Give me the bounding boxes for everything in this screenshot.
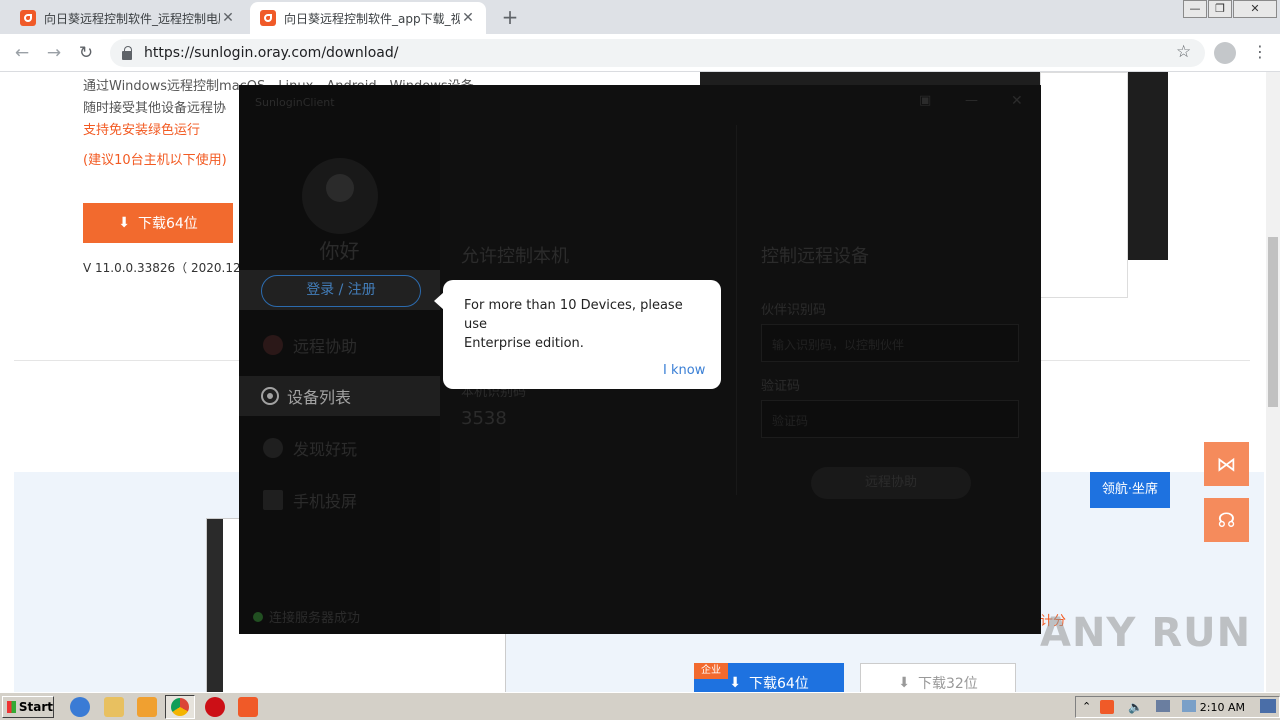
download-icon: ⬇ — [118, 215, 130, 231]
popup-message: For more than 10 Devices, please use Ent… — [464, 298, 683, 351]
show-desktop-icon[interactable] — [1260, 699, 1276, 713]
i-know-button[interactable]: I know — [663, 363, 705, 378]
download-32-button[interactable]: ⬇ 下载32位 — [860, 663, 1016, 692]
feature-line-2: 随时接受其他设备远程协 — [83, 101, 227, 116]
page-scrollbar[interactable] — [1266, 72, 1280, 692]
tray-network-icon[interactable] — [1156, 700, 1170, 712]
ie-icon[interactable] — [70, 697, 90, 717]
chrome-icon — [171, 698, 189, 716]
tray-device-icon[interactable] — [1182, 700, 1196, 712]
close-tab-icon[interactable]: ✕ — [460, 10, 476, 26]
download-64-enterprise-label: 下载64位 — [748, 676, 809, 692]
address-bar[interactable]: https://sunlogin.oray.com/download/ — [110, 39, 1205, 67]
tab-2[interactable]: 向日葵远程控制软件_app下载_视频 ✕ — [250, 2, 486, 34]
tray-volume-icon[interactable]: 🔈 — [1128, 700, 1143, 714]
url-text: https://sunlogin.oray.com/download/ — [144, 45, 399, 61]
start-label: Start — [18, 700, 53, 714]
tab-title: 向日葵远程控制软件_远程控制电脑- — [44, 11, 220, 26]
feature-line-3: 支持免安装绿色运行 — [83, 123, 201, 138]
windows-logo-icon — [7, 701, 16, 713]
download-64-label: 下载64位 — [137, 216, 198, 232]
tray-expand-icon[interactable]: ⌃ — [1082, 700, 1091, 713]
float-share-icon[interactable]: ⋈ — [1204, 442, 1249, 486]
scrollbar-thumb[interactable] — [1268, 237, 1278, 407]
browser-menu-icon[interactable]: ⋮ — [1252, 42, 1268, 61]
download-64-button[interactable]: ⬇ 下载64位 — [83, 203, 233, 243]
new-tab-button[interactable]: + — [498, 5, 522, 29]
version-text: V 11.0.0.33826（ 2020.12 ) — [83, 261, 250, 275]
anyrun-watermark: ANY RUN — [1040, 610, 1252, 656]
system-tray: ⌃ 🔈 2:10 AM — [1075, 696, 1280, 718]
profile-avatar-icon[interactable] — [1214, 42, 1236, 64]
minimize-button[interactable]: — — [1183, 0, 1207, 18]
screenshot-preview-dialog — [1040, 72, 1128, 298]
restore-button[interactable]: ❐ — [1208, 0, 1232, 18]
start-button[interactable]: Start — [2, 696, 54, 718]
bookmark-star-icon[interactable]: ☆ — [1176, 42, 1191, 62]
float-support-icon[interactable]: ☊ — [1204, 498, 1249, 542]
tab-title: 向日葵远程控制软件_app下载_视频 — [284, 11, 460, 26]
download-32-label: 下载32位 — [917, 676, 978, 692]
feature-line-4: (建议10台主机以下使用) — [83, 153, 227, 168]
sunlogin-task-icon[interactable] — [238, 697, 258, 717]
enterprise-badge: 领航·坐席 — [1090, 472, 1170, 508]
reload-button[interactable]: ↻ — [74, 41, 98, 65]
close-window-button[interactable]: ✕ — [1233, 0, 1277, 18]
lock-icon — [122, 45, 132, 60]
enterprise-ribbon: 企业 — [694, 663, 728, 679]
tab-1[interactable]: 向日葵远程控制软件_远程控制电脑- ✕ — [10, 2, 246, 34]
back-button[interactable]: ← — [10, 41, 34, 65]
download-icon: ⬇ — [898, 675, 910, 691]
clock-text: 2:10 AM — [1199, 700, 1245, 714]
chrome-task[interactable] — [165, 695, 195, 719]
sunlogin-favicon-icon — [20, 10, 36, 26]
forward-button[interactable]: → — [42, 41, 66, 65]
opera-icon[interactable] — [205, 697, 225, 717]
folder-icon[interactable] — [104, 697, 124, 717]
enterprise-notice-popup: For more than 10 Devices, please use Ent… — [434, 280, 721, 389]
sunlogin-favicon-icon — [260, 10, 276, 26]
media-player-icon[interactable] — [137, 697, 157, 717]
tray-sunlogin-icon[interactable] — [1100, 700, 1114, 714]
download-icon: ⬇ — [729, 675, 741, 691]
close-tab-icon[interactable]: ✕ — [220, 10, 236, 26]
